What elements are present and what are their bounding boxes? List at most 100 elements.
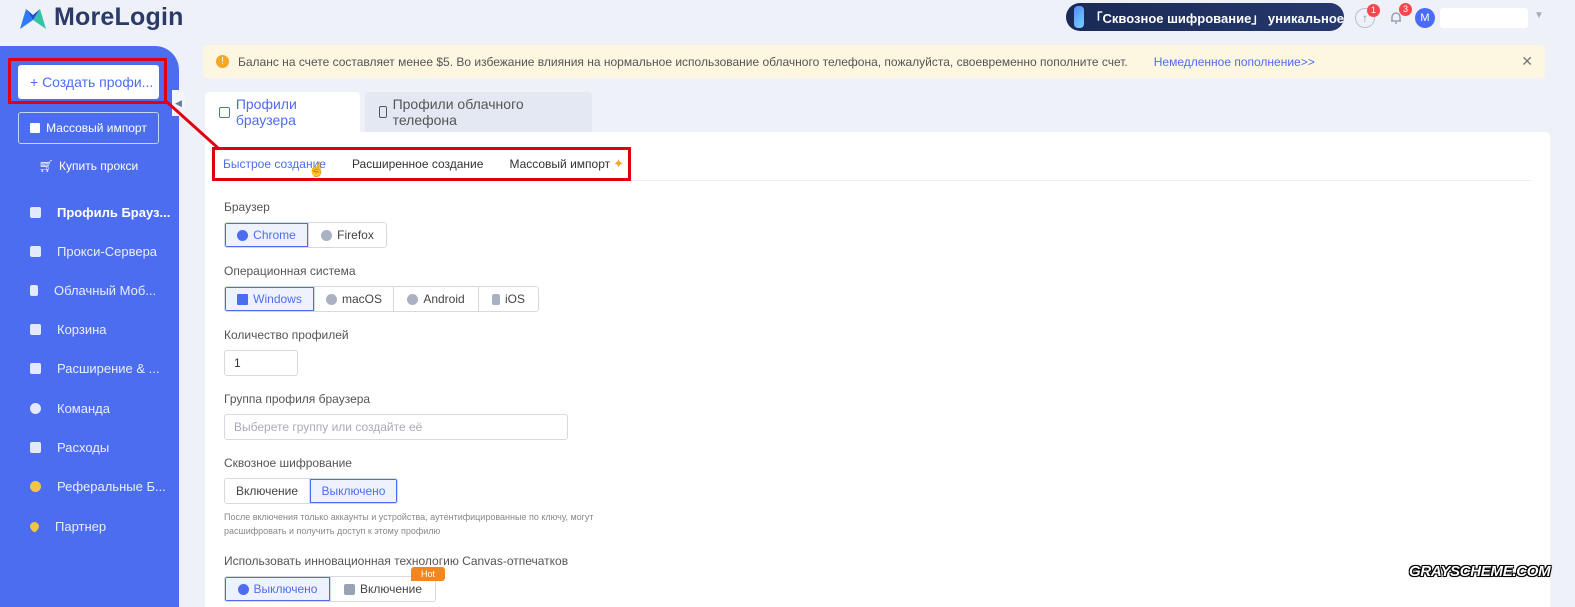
- canvas-off-button[interactable]: Выключено: [225, 577, 331, 601]
- hand-cursor-icon: ☝: [308, 161, 326, 177]
- option-label: Выключено: [253, 582, 318, 596]
- sidebar-item-label: Партнер: [55, 518, 107, 534]
- sidebar-item-extensions[interactable]: Расширение & ...: [0, 353, 179, 383]
- sidebar-item-label: Профиль Брауз...: [57, 204, 171, 220]
- watermark: GRAYSCHEME.COM: [1409, 563, 1551, 580]
- tab-browser-profiles[interactable]: Профили браузера: [205, 92, 360, 132]
- sidebar-item-expenses[interactable]: Расходы: [0, 432, 179, 462]
- os-selector: Windows macOS Android iOS: [224, 286, 539, 312]
- profile-count-input[interactable]: 1: [224, 350, 298, 376]
- upgrade-badge: 1: [1367, 4, 1380, 17]
- team-icon: [30, 402, 41, 414]
- notifications-badge: 3: [1399, 3, 1412, 16]
- sidebar-item-label: Реферальные Б...: [57, 478, 166, 494]
- browser-selector: Chrome Firefox: [224, 222, 387, 248]
- canvas-label: Использовать инновационная технологию Ca…: [224, 554, 569, 568]
- buy-proxy-link[interactable]: 🛒︎ Купить прокси: [18, 156, 159, 176]
- browser-option-firefox[interactable]: Firefox: [309, 223, 386, 247]
- server-icon: [30, 245, 41, 257]
- profile-count-label: Количество профилей: [224, 328, 349, 342]
- chrome-icon: [237, 229, 249, 241]
- option-label: iOS: [504, 292, 525, 306]
- tab-cloud-phone-profiles[interactable]: Профили облачного телефона: [365, 92, 592, 132]
- sidebar-item-cloud-phone[interactable]: Облачный Моб...: [0, 275, 179, 305]
- coin-icon: [30, 480, 41, 492]
- os-option-android[interactable]: Android: [394, 287, 479, 311]
- sidebar-item-label: Команда: [57, 400, 110, 416]
- trash-icon: [30, 323, 41, 335]
- encryption-toggle: Включение Выключено: [224, 478, 398, 504]
- option-label: Firefox: [337, 228, 374, 242]
- encryption-on-button[interactable]: Включение: [225, 479, 310, 503]
- encryption-off-button[interactable]: Выключено: [310, 479, 397, 503]
- sidebar-item-referral[interactable]: Реферальные Б...: [0, 471, 179, 501]
- browser-window-icon: [219, 106, 230, 118]
- avatar[interactable]: M: [1415, 8, 1435, 28]
- option-label: macOS: [341, 292, 382, 306]
- bulk-import-button[interactable]: Массовый импорт: [18, 112, 159, 144]
- sidebar-item-label: Облачный Моб...: [54, 282, 157, 298]
- create-profile-panel: Быстрое создание Расширенное создание Ма…: [205, 132, 1550, 607]
- top-up-link[interactable]: Немедленное пополнение>>: [1154, 55, 1315, 69]
- annotation-box-subtabs: [212, 147, 631, 181]
- sidebar-item-label: Корзина: [57, 321, 107, 337]
- option-label: Включение: [359, 582, 423, 596]
- bulk-import-label: Массовый импорт: [46, 121, 147, 135]
- browser-option-chrome[interactable]: Chrome: [225, 223, 309, 247]
- ios-icon: [491, 293, 500, 305]
- promo-banner[interactable]: 「Сквозное шифрование」 уникальное: [1066, 3, 1344, 31]
- chevron-down-icon[interactable]: ▼: [1534, 10, 1544, 21]
- os-option-windows[interactable]: Windows: [225, 287, 315, 311]
- os-label: Операционная система: [224, 264, 356, 278]
- option-label: Android: [423, 292, 465, 306]
- top-bar: MoreLogin 「Сквозное шифрование」 уникальн…: [0, 0, 1575, 36]
- gear-icon: [237, 583, 249, 595]
- os-option-macos[interactable]: macOS: [315, 287, 394, 311]
- sidebar-item-partner[interactable]: Партнер: [0, 511, 179, 541]
- sidebar-item-team[interactable]: Команда: [0, 393, 179, 423]
- close-icon[interactable]: ✕: [1521, 53, 1533, 70]
- buy-proxy-label: Купить прокси: [59, 159, 139, 173]
- browser-icon: [30, 206, 41, 218]
- cube-icon: [1074, 6, 1084, 28]
- import-icon: [30, 123, 41, 133]
- phone-icon: [379, 106, 387, 118]
- logo[interactable]: MoreLogin: [18, 3, 184, 32]
- tab-label: Профили облачного телефона: [392, 96, 524, 128]
- heart-icon: [28, 519, 41, 533]
- chevron-left-icon: ◀: [175, 97, 182, 108]
- annotation-box-create: [8, 58, 167, 104]
- sidebar: + Создать профи... Массовый импорт 🛒︎ Ку…: [0, 46, 179, 607]
- upgrade-button[interactable]: ↑ 1: [1355, 4, 1380, 28]
- sidebar-item-label: Расширение & ...: [57, 360, 160, 376]
- windows-icon: [237, 293, 249, 305]
- canvas-icon: [343, 583, 355, 595]
- android-icon: [407, 293, 419, 305]
- phone-icon: [30, 284, 38, 296]
- app-title: MoreLogin: [54, 3, 184, 31]
- notifications-button[interactable]: 3: [1386, 3, 1412, 28]
- sidebar-item-proxy-servers[interactable]: Прокси-Сервера: [0, 236, 179, 266]
- sidebar-item-label: Прокси-Сервера: [57, 243, 158, 259]
- morelogin-logo-icon: [20, 8, 46, 29]
- puzzle-icon: [30, 362, 41, 374]
- canvas-toggle: Выключено Включение: [224, 576, 436, 602]
- cart-icon: 🛒︎: [38, 159, 54, 173]
- os-option-ios[interactable]: iOS: [479, 287, 538, 311]
- encryption-hint: После включения только аккаунты и устрой…: [224, 512, 594, 536]
- profile-group-select[interactable]: Выберете группу или создайте её: [224, 414, 568, 440]
- encryption-label: Сквозное шифрование: [224, 456, 352, 470]
- user-name-box[interactable]: [1440, 8, 1528, 28]
- promo-text: 「Сквозное шифрование」 уникальное: [1089, 10, 1344, 26]
- hot-badge: Hot: [411, 567, 445, 581]
- browser-label: Браузер: [224, 200, 270, 214]
- balance-alert: ! Баланс на счете составляет менее $5. В…: [203, 45, 1545, 78]
- firefox-icon: [321, 229, 333, 241]
- profile-group-label: Группа профиля браузера: [224, 392, 371, 406]
- tab-label: Профили браузера: [235, 96, 297, 128]
- apple-icon: [325, 293, 337, 305]
- sidebar-item-browser-profiles[interactable]: Профиль Брауз...: [0, 197, 179, 227]
- wallet-icon: [30, 441, 41, 453]
- sidebar-item-trash[interactable]: Корзина: [0, 314, 179, 344]
- warning-icon: !: [216, 55, 229, 68]
